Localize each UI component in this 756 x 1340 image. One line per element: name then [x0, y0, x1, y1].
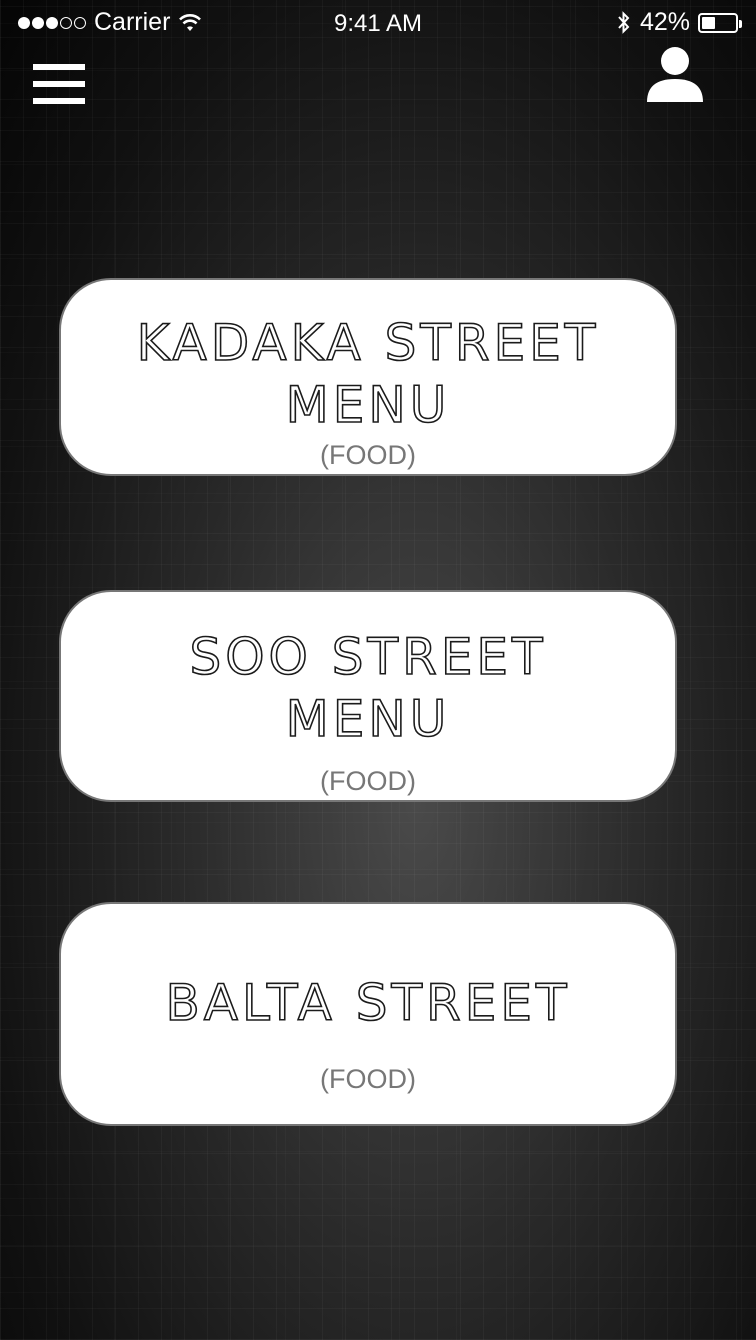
- menu-subtitle: (FOOD): [320, 440, 416, 470]
- menu-title: SOO STREET MENU: [189, 627, 547, 749]
- hamburger-menu-button[interactable]: [33, 64, 85, 104]
- menu-subtitle: (FOOD): [320, 1064, 416, 1094]
- bluetooth-icon: [618, 10, 630, 34]
- battery-level: [702, 16, 716, 29]
- menu-subtitle: (FOOD): [320, 766, 416, 796]
- status-bar: Carrier 9:41 AM 42%: [0, 0, 756, 48]
- kadaka-street-menu-button[interactable]: KADAKA STREET MENU (FOOD): [59, 278, 677, 476]
- battery-percent: 42%: [639, 8, 690, 36]
- user-icon[interactable]: [646, 46, 704, 104]
- menu-title: BALTA STREET: [165, 973, 571, 1033]
- menu-title: KADAKA STREET MENU: [136, 313, 600, 435]
- soo-street-menu-button[interactable]: SOO STREET MENU (FOOD): [59, 590, 677, 802]
- balta-street-menu-button[interactable]: BALTA STREET (FOOD): [59, 902, 677, 1126]
- hamburger-icon: [33, 64, 85, 70]
- battery-icon: [698, 12, 742, 33]
- status-right: 42%: [616, 8, 742, 37]
